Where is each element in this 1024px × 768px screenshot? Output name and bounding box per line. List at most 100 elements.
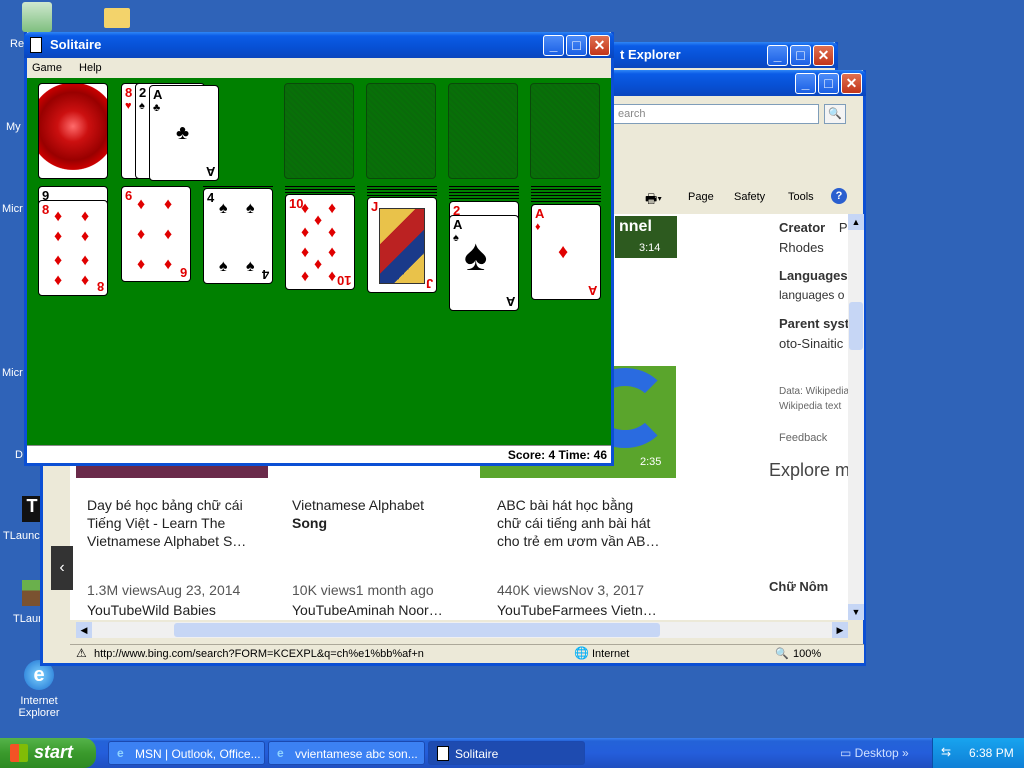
minimize-button[interactable]: _: [795, 73, 816, 94]
tlauncher-icon[interactable]: T: [22, 496, 42, 522]
zoom-level[interactable]: 100%: [793, 648, 821, 660]
close-button[interactable]: ✕: [589, 35, 610, 56]
video-title[interactable]: Vietnamese Alphabet Song: [292, 496, 482, 532]
video-thumbnail[interactable]: [76, 464, 268, 478]
feedback-link[interactable]: Feedback: [779, 432, 827, 444]
desktop-icon-label[interactable]: Internet Explorer: [16, 695, 62, 719]
side-data-text[interactable]: Wikipedia text: [779, 401, 841, 412]
video-meta: 1.3M viewsAug 23, 2014: [87, 582, 241, 598]
card-pip: ♦: [314, 256, 323, 273]
search-input[interactable]: earch: [613, 104, 819, 124]
stack-edge: [449, 189, 519, 190]
desktop-icon-label[interactable]: My: [6, 121, 21, 133]
waste-top-card[interactable]: A ♣ ♣ A: [149, 85, 219, 181]
menu-help[interactable]: Help: [79, 62, 102, 74]
foundation-slot-3[interactable]: [448, 83, 518, 179]
stack-edge: [531, 189, 601, 190]
stack-edge: [449, 198, 519, 199]
tableau-card[interactable]: 10 ♦ ♦ ♦ ♦ ♦ ♦ ♦ ♦ ♦ ♦ 10: [285, 194, 355, 290]
print-icon[interactable]: 🖶▾: [645, 190, 662, 212]
jack-face-image: [379, 208, 425, 284]
taskbar-item-msn[interactable]: e MSN | Outlook, Office...: [108, 741, 265, 765]
warning-icon: ⚠: [76, 646, 87, 660]
horizontal-scrollbar[interactable]: ◀ ▶: [76, 622, 848, 638]
card-pip: ♦: [54, 208, 63, 225]
desktop-toolbar[interactable]: ▭ Desktop »: [840, 746, 909, 760]
help-icon[interactable]: ?: [831, 188, 847, 204]
video-title[interactable]: ABC bài hát học bằng chữ cái tiếng anh b…: [497, 496, 687, 550]
clock[interactable]: 6:38 PM: [969, 746, 1014, 760]
safety-menu[interactable]: Safety: [734, 191, 765, 203]
stack-edge: [367, 189, 437, 190]
tableau-card[interactable]: 6 ♦ ♦ ♦ ♦ ♦ ♦ 6: [121, 186, 191, 282]
close-button[interactable]: ✕: [813, 45, 834, 66]
card-pip: ♦: [137, 196, 146, 213]
chu-nom-link[interactable]: Chữ Nôm: [769, 579, 828, 594]
score-time: Score: 4 Time: 46: [27, 445, 611, 463]
solitaire-titlebar[interactable]: Solitaire _ □ ✕: [24, 32, 614, 58]
taskbar-item-ie[interactable]: e vvientamese abc son...: [268, 741, 425, 765]
foundation-slot-2[interactable]: [366, 83, 436, 179]
tableau-card[interactable]: 8 ♦ ♦ ♦ ♦ ♦ ♦ ♦ ♦ 8: [38, 200, 108, 296]
tableau-card[interactable]: A ♠ ♠ A: [449, 215, 519, 311]
card-pip: ♠: [219, 200, 228, 217]
tableau-card[interactable]: 4 ♠ ♠ ♠ ♠ 4: [203, 188, 273, 284]
desktop-icon-label[interactable]: D: [15, 449, 23, 461]
video-title[interactable]: Day bé học bảng chữ cái Tiếng Việt - Lea…: [87, 496, 277, 550]
maximize-button[interactable]: □: [790, 45, 811, 66]
scroll-up-button[interactable]: ▲: [848, 214, 864, 230]
scroll-thumb[interactable]: [849, 302, 863, 350]
card-rank-bottom: 8: [96, 279, 104, 294]
page-menu[interactable]: Page: [688, 191, 714, 203]
card-pip: ♠: [219, 258, 228, 275]
scroll-left-button[interactable]: ◀: [76, 622, 92, 638]
scroll-down-button[interactable]: ▼: [848, 604, 864, 620]
stack-edge: [449, 195, 519, 196]
minimize-button[interactable]: _: [767, 45, 788, 66]
foundation-slot-1[interactable]: [284, 83, 354, 179]
video-duration: 2:35: [640, 456, 662, 468]
foundation-slot-4[interactable]: [530, 83, 600, 179]
side-label: Creator: [779, 220, 826, 235]
video-thumbnail[interactable]: nnel 3:14: [615, 216, 677, 258]
stock-pile[interactable]: [38, 83, 108, 179]
maximize-button[interactable]: □: [818, 73, 839, 94]
maximize-button[interactable]: □: [566, 35, 587, 56]
start-button[interactable]: start: [0, 738, 96, 768]
tableau-card[interactable]: A ♦ ♦ A: [531, 204, 601, 300]
card-pip: ♦: [301, 200, 310, 217]
taskbar-item-solitaire[interactable]: Solitaire: [428, 741, 585, 765]
recycle-bin-icon[interactable]: [22, 2, 52, 32]
scroll-right-button[interactable]: ▶: [832, 622, 848, 638]
scroll-hthumb[interactable]: [174, 623, 660, 637]
card-rank: A: [453, 217, 463, 232]
menu-game[interactable]: Game: [32, 62, 62, 74]
solitaire-window[interactable]: Solitaire _ □ ✕ Game Help 8 ♥ 2 ♠ A ♣ ♣ …: [24, 32, 614, 466]
status-zone: Internet: [592, 648, 630, 660]
side-data-source[interactable]: Data: Wikipedia: [779, 386, 849, 397]
cards-small-icon: [437, 746, 449, 761]
card-center-suit: ♠: [464, 231, 488, 280]
ie-small-icon: e: [277, 746, 284, 760]
desktop-icon-label[interactable]: Micr: [2, 203, 23, 215]
folder-icon[interactable]: [104, 8, 130, 28]
menu-bar: Game Help: [27, 58, 611, 78]
tools-menu[interactable]: Tools: [788, 191, 814, 203]
card-rank-bottom: 10: [336, 273, 351, 288]
carousel-prev-button[interactable]: ‹: [51, 546, 73, 590]
tableau-card[interactable]: J J: [367, 197, 437, 293]
close-button[interactable]: ✕: [841, 73, 862, 94]
desktop-icon-label[interactable]: Micr: [2, 367, 23, 379]
minimize-button[interactable]: _: [543, 35, 564, 56]
video-source[interactable]: YouTubeWild Babies: [87, 601, 216, 619]
zoom-icon[interactable]: 🔍: [775, 647, 789, 660]
search-button[interactable]: 🔍: [824, 104, 846, 124]
desktop-icon-label[interactable]: Re: [10, 38, 24, 50]
video-source[interactable]: YouTubeFarmees Vietn…: [497, 601, 657, 619]
ie-back-titlebar[interactable]: t Explorer _ □ ✕: [600, 42, 838, 68]
vertical-scrollbar[interactable]: ▲ ▼: [848, 214, 864, 620]
video-source[interactable]: YouTubeAminah Noor…: [292, 601, 443, 619]
tray-icon[interactable]: ⇆: [941, 745, 951, 759]
card-pip: ♠: [246, 200, 255, 217]
stack-edge: [531, 198, 601, 199]
